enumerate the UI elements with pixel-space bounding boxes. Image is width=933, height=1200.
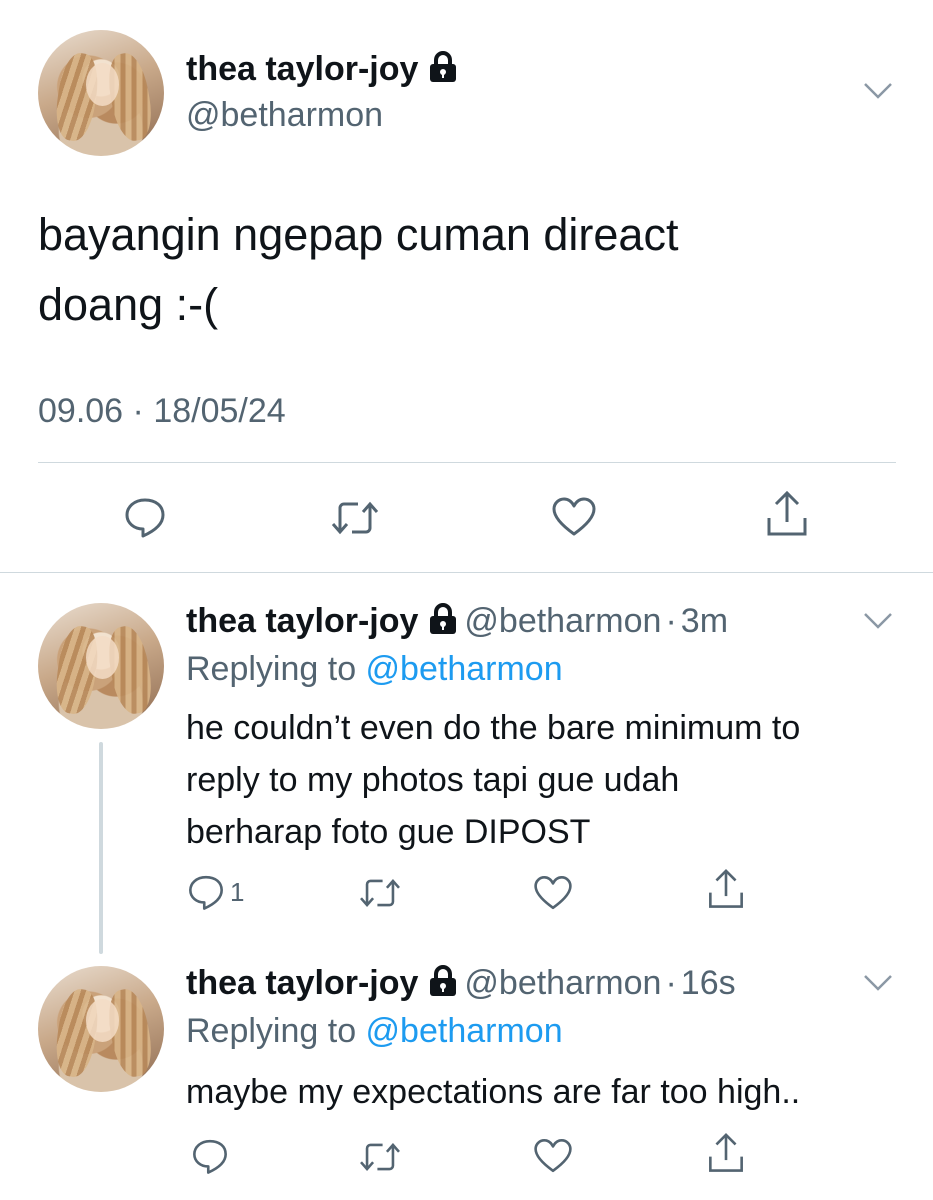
replying-to-link[interactable]: @betharmon xyxy=(366,1012,563,1050)
reply1-text-line2: reply to my photos tapi gue udah xyxy=(186,761,680,799)
reply2-handle[interactable]: @betharmon xyxy=(464,964,661,1002)
lock-icon xyxy=(428,603,458,635)
reply1-reply-button[interactable]: 1 xyxy=(186,872,244,912)
reply1-header[interactable]: thea taylor-joy @betharmon · 3m xyxy=(186,602,728,641)
reply1-avatar[interactable] xyxy=(38,603,164,729)
reply2-share-button[interactable] xyxy=(706,1132,746,1176)
reply2-header[interactable]: thea taylor-joy @betharmon · 16s xyxy=(186,964,736,1003)
section-divider xyxy=(0,572,933,573)
tweet-time: 09.06 xyxy=(38,392,124,430)
reply1-display-name[interactable]: thea taylor-joy xyxy=(186,602,418,640)
main-display-name[interactable]: thea taylor-joy xyxy=(186,50,458,89)
replying-prefix: Replying to xyxy=(186,1012,366,1050)
main-display-name-text[interactable]: thea taylor-joy xyxy=(186,50,418,88)
reply2-text-line1: maybe my expectations are far too high.. xyxy=(186,1073,801,1111)
share-icon xyxy=(706,868,746,912)
meta-separator: · xyxy=(132,392,144,430)
chevron-down-icon[interactable] xyxy=(862,610,894,632)
main-tweet-text-line2: doang :-( xyxy=(38,279,219,330)
reply-button[interactable] xyxy=(122,494,168,540)
retweet-icon xyxy=(358,874,402,912)
reply2-text: maybe my expectations are far too high.. xyxy=(186,1066,906,1118)
divider xyxy=(38,462,896,463)
reply1-separator: · xyxy=(665,602,677,640)
retweet-icon xyxy=(358,1138,402,1176)
reply2-reply-button[interactable] xyxy=(190,1136,230,1176)
main-handle[interactable]: @betharmon xyxy=(186,96,383,135)
reply1-text-line3: berharap foto gue DIPOST xyxy=(186,813,591,851)
retweet-icon xyxy=(330,496,380,540)
heart-icon xyxy=(550,494,598,540)
reply2-replying-to: Replying to @betharmon xyxy=(186,1012,563,1051)
replying-to-link[interactable]: @betharmon xyxy=(366,650,563,688)
lock-icon xyxy=(428,965,458,997)
reply-icon xyxy=(190,1136,230,1176)
thread-line xyxy=(99,742,103,954)
reply1-text-line1: he couldn’t even do the bare minimum to xyxy=(186,709,801,747)
reply1-time[interactable]: 3m xyxy=(681,602,728,640)
reply1-text: he couldn’t even do the bare minimum to … xyxy=(186,702,906,858)
replying-prefix: Replying to xyxy=(186,650,366,688)
main-tweet-text: bayangin ngepap cuman direact doang :-( xyxy=(38,200,898,340)
reply1-reply-count: 1 xyxy=(230,876,245,907)
reply1-share-button[interactable] xyxy=(706,868,746,912)
reply1-handle[interactable]: @betharmon xyxy=(464,602,661,640)
like-button[interactable] xyxy=(550,494,598,540)
reply2-like-button[interactable] xyxy=(532,1136,574,1176)
reply2-avatar[interactable] xyxy=(38,966,164,1092)
heart-icon xyxy=(532,1136,574,1176)
chevron-down-icon[interactable] xyxy=(862,80,894,102)
reply-icon xyxy=(122,494,168,540)
tweet-timestamp[interactable]: 09.06 · 18/05/24 xyxy=(38,392,286,431)
share-icon xyxy=(706,1132,746,1176)
tweet-date: 18/05/24 xyxy=(153,392,286,430)
reply2-separator: · xyxy=(665,964,677,1002)
main-avatar[interactable] xyxy=(38,30,164,156)
chevron-down-icon[interactable] xyxy=(862,972,894,994)
lock-icon xyxy=(428,51,458,83)
reply2-retweet-button[interactable] xyxy=(358,1138,402,1176)
reply2-time[interactable]: 16s xyxy=(681,964,736,1002)
share-button[interactable] xyxy=(764,490,810,540)
retweet-button[interactable] xyxy=(330,496,380,540)
share-icon xyxy=(764,490,810,540)
reply-icon xyxy=(186,872,226,912)
reply1-retweet-button[interactable] xyxy=(358,874,402,912)
reply1-replying-to: Replying to @betharmon xyxy=(186,650,563,689)
reply2-display-name[interactable]: thea taylor-joy xyxy=(186,964,418,1002)
reply1-like-button[interactable] xyxy=(532,873,574,913)
main-tweet-text-line1: bayangin ngepap cuman direact xyxy=(38,209,679,260)
heart-icon xyxy=(532,873,574,913)
